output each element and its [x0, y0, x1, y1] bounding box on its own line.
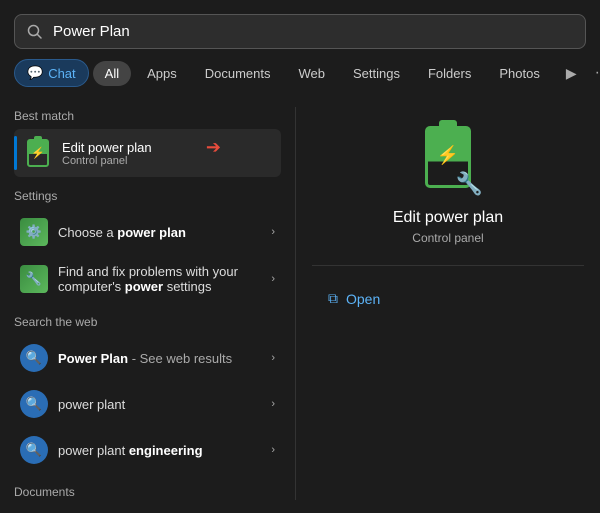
- tab-web[interactable]: Web: [287, 61, 338, 86]
- tab-documents[interactable]: Documents: [193, 61, 283, 86]
- right-panel: ⚡ 🔧 Edit power plan Control panel ⧉ Open: [296, 97, 600, 500]
- open-link-icon: ⧉: [328, 290, 338, 307]
- best-match-item[interactable]: ⚡ Edit power plan Control panel ➔: [14, 129, 281, 177]
- chevron-icon-3: ›: [271, 352, 275, 364]
- open-label: Open: [346, 291, 380, 307]
- tab-settings[interactable]: Settings: [341, 61, 412, 86]
- settings-icon-1: ⚙️: [20, 218, 48, 246]
- chat-icon: 💬: [27, 65, 43, 81]
- chevron-icon-5: ›: [271, 444, 275, 456]
- tab-folders[interactable]: Folders: [416, 61, 483, 86]
- settings-item-2[interactable]: 🔧 Find and fix problems with your comput…: [14, 255, 281, 303]
- best-match-text: Edit power plan Control panel: [62, 140, 152, 167]
- documents-section-label: Documents: [14, 485, 281, 499]
- web-search-icon-2: 🔍: [20, 390, 48, 418]
- web-search-icon-1: 🔍: [20, 344, 48, 372]
- tab-web-label: Web: [299, 66, 326, 81]
- wrench-icon: 🔧: [456, 171, 483, 197]
- settings-section-label: Settings: [14, 189, 281, 203]
- search-bar: [14, 14, 586, 49]
- more-button[interactable]: ···: [587, 60, 600, 86]
- web-item-1[interactable]: 🔍 Power Plan - See web results ›: [14, 335, 281, 381]
- tabs-row: 💬 Chat All Apps Documents Web Settings F…: [0, 49, 600, 87]
- search-icon: [27, 24, 43, 40]
- best-match-icon: ⚡: [24, 139, 52, 167]
- chevron-icon-1: ›: [271, 226, 275, 238]
- detail-divider: [312, 265, 584, 266]
- left-panel: Best match ⚡ Edit power plan Control pan…: [0, 97, 295, 500]
- best-match-subtitle: Control panel: [62, 155, 152, 167]
- chevron-icon-4: ›: [271, 398, 275, 410]
- settings-item-1[interactable]: ⚙️ Choose a power plan ›: [14, 209, 281, 255]
- tab-settings-label: Settings: [353, 66, 400, 81]
- tab-photos[interactable]: Photos: [487, 61, 551, 86]
- web-item-2[interactable]: 🔍 power plant ›: [14, 381, 281, 427]
- web-section-label: Search the web: [14, 315, 281, 329]
- web-item-3-text: power plant engineering: [58, 443, 261, 458]
- best-match-title: Edit power plan: [62, 140, 152, 155]
- tab-folders-label: Folders: [428, 66, 471, 81]
- play-button[interactable]: ▶: [560, 61, 583, 86]
- chevron-icon-2: ›: [271, 273, 275, 285]
- annotation-arrow: ➔: [206, 137, 221, 158]
- settings-item-1-text: Choose a power plan: [58, 225, 261, 240]
- settings-icon-2: 🔧: [20, 265, 48, 293]
- tab-photos-label: Photos: [499, 66, 539, 81]
- tab-chat-label: Chat: [48, 66, 75, 81]
- detail-title: Edit power plan: [393, 209, 503, 227]
- web-search-icon-3: 🔍: [20, 436, 48, 464]
- tab-apps[interactable]: Apps: [135, 61, 189, 86]
- web-item-3[interactable]: 🔍 power plant engineering ›: [14, 427, 281, 473]
- tab-chat[interactable]: 💬 Chat: [14, 59, 89, 87]
- web-item-1-text: Power Plan - See web results: [58, 351, 261, 366]
- settings-item-2-text: Find and fix problems with your computer…: [58, 264, 261, 294]
- detail-subtitle: Control panel: [412, 231, 483, 245]
- tab-apps-label: Apps: [147, 66, 177, 81]
- search-container: [0, 0, 600, 49]
- web-item-2-text: power plant: [58, 397, 261, 412]
- best-match-label: Best match: [14, 109, 281, 123]
- tab-all[interactable]: All: [93, 61, 131, 86]
- open-button[interactable]: ⧉ Open: [312, 282, 396, 315]
- detail-icon-container: ⚡ 🔧: [413, 117, 483, 197]
- main-content: Best match ⚡ Edit power plan Control pan…: [0, 97, 600, 500]
- tab-all-label: All: [105, 66, 119, 81]
- search-input[interactable]: [53, 23, 573, 40]
- selection-accent: [14, 136, 17, 170]
- tab-documents-label: Documents: [205, 66, 271, 81]
